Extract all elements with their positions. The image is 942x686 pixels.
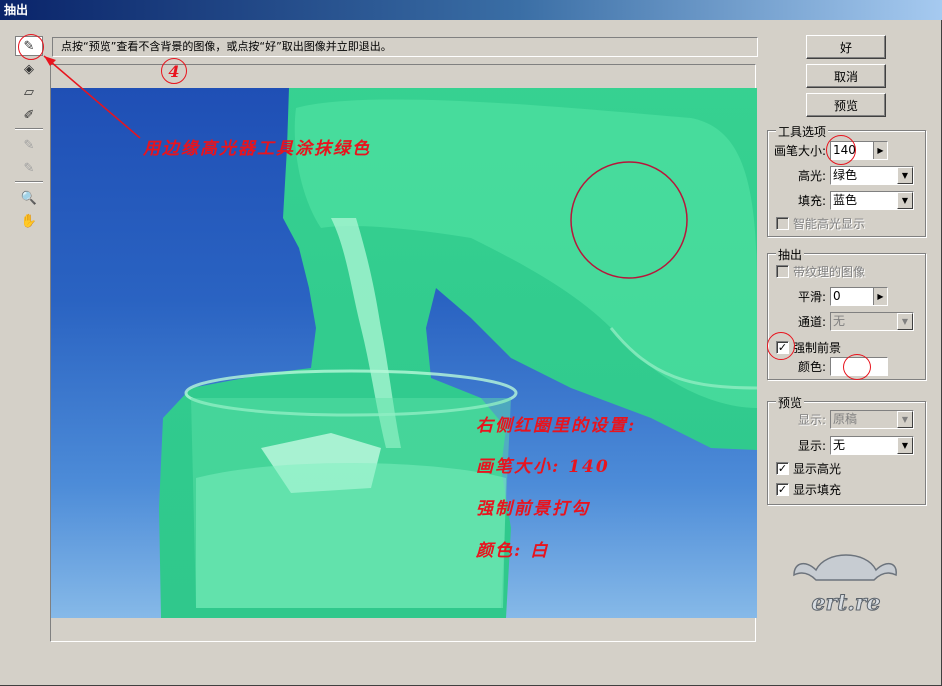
show1-dropdown-icon[interactable]: ▼ — [897, 410, 913, 428]
force-fg-label: 强制前景 — [793, 340, 842, 355]
annotation-ring-brush-size — [826, 135, 856, 165]
show1-row: 显示: 原稿 ▼ — [768, 409, 927, 429]
smooth-label: 平滑: — [798, 289, 827, 304]
annotation-ring-force-fg — [767, 332, 795, 360]
dialog-buttons: 好 取消 预览 — [806, 35, 886, 122]
show-fill-label: 显示填充 — [793, 482, 842, 497]
highlight-value: 绿色 — [833, 167, 858, 182]
smooth-spin-arrow-icon[interactable]: ▶ — [873, 287, 887, 305]
fill-label: 填充: — [798, 193, 827, 208]
cancel-button[interactable]: 取消 — [806, 64, 886, 88]
annotation-settings-brush: 画笔大小: 140 — [476, 457, 610, 477]
smooth-field[interactable]: 0 ▶ — [830, 286, 888, 306]
highlight-row: 高光: 绿色 ▼ — [768, 165, 927, 185]
fill-row: 填充: 蓝色 ▼ — [768, 190, 927, 210]
preview-group: 预览 显示: 原稿 ▼ 显示: 无 ▼ ✓ 显示高光 ✓ 显示填充 — [767, 394, 927, 505]
highlight-label: 高光: — [798, 168, 827, 183]
annotation-settings-force: 强制前景打勾 — [476, 499, 590, 519]
channel-value: 无 — [833, 313, 846, 328]
channel-dropdown-icon[interactable]: ▼ — [897, 312, 913, 330]
textured-label: 带纹理的图像 — [793, 264, 866, 279]
show2-value: 无 — [833, 437, 846, 452]
show2-select[interactable]: 无 ▼ — [830, 435, 914, 455]
show-fill-checkbox[interactable]: ✓ — [776, 482, 789, 496]
channel-row: 通道: 无 ▼ — [768, 311, 927, 331]
show2-dropdown-icon[interactable]: ▼ — [897, 436, 913, 454]
show2-label: 显示: — [798, 438, 827, 453]
highlight-select[interactable]: 绿色 ▼ — [830, 165, 914, 185]
smart-highlight-row: 智能高光显示 — [768, 213, 927, 233]
show2-row: 显示: 无 ▼ — [768, 435, 927, 455]
watermark-logo: ert.re — [786, 540, 906, 623]
show-highlight-row: ✓ 显示高光 — [768, 458, 927, 478]
annotation-arrow-note: 用边缘高光器工具涂抹绿色 — [143, 139, 371, 159]
channel-label: 通道: — [798, 314, 827, 329]
fill-dropdown-icon[interactable]: ▼ — [897, 191, 913, 209]
smooth-row: 平滑: 0 ▶ — [768, 286, 927, 306]
textured-checkbox[interactable] — [776, 264, 789, 278]
brush-size-spin-arrow-icon[interactable]: ▶ — [873, 141, 887, 159]
smart-highlight-label: 智能高光显示 — [793, 216, 866, 231]
show1-value: 原稿 — [833, 411, 858, 426]
channel-select[interactable]: 无 ▼ — [830, 311, 914, 331]
tool-options-title: 工具选项 — [776, 123, 829, 140]
show1-label: 显示: — [798, 412, 827, 427]
watermark-logo-text: ert.re — [812, 590, 881, 616]
smart-highlight-checkbox[interactable] — [776, 216, 789, 230]
color-label: 颜色: — [798, 359, 827, 374]
show-fill-row: ✓ 显示填充 — [768, 479, 927, 499]
highlight-dropdown-icon[interactable]: ▼ — [897, 166, 913, 184]
show-highlight-label: 显示高光 — [793, 461, 842, 476]
fill-select[interactable]: 蓝色 ▼ — [830, 190, 914, 210]
textured-row: 带纹理的图像 — [768, 261, 927, 281]
brush-size-label: 画笔大小: — [774, 143, 827, 158]
ok-button[interactable]: 好 — [806, 35, 886, 59]
show1-select[interactable]: 原稿 ▼ — [830, 409, 914, 429]
preview-button[interactable]: 预览 — [806, 93, 886, 117]
annotation-ring-color — [843, 354, 871, 380]
annotation-settings-color: 颜色: 白 — [476, 541, 550, 561]
annotation-settings-title: 右侧红圈里的设置: — [476, 416, 637, 436]
smooth-value: 0 — [833, 288, 841, 303]
show-highlight-checkbox[interactable]: ✓ — [776, 461, 789, 475]
fill-value: 蓝色 — [833, 192, 858, 207]
